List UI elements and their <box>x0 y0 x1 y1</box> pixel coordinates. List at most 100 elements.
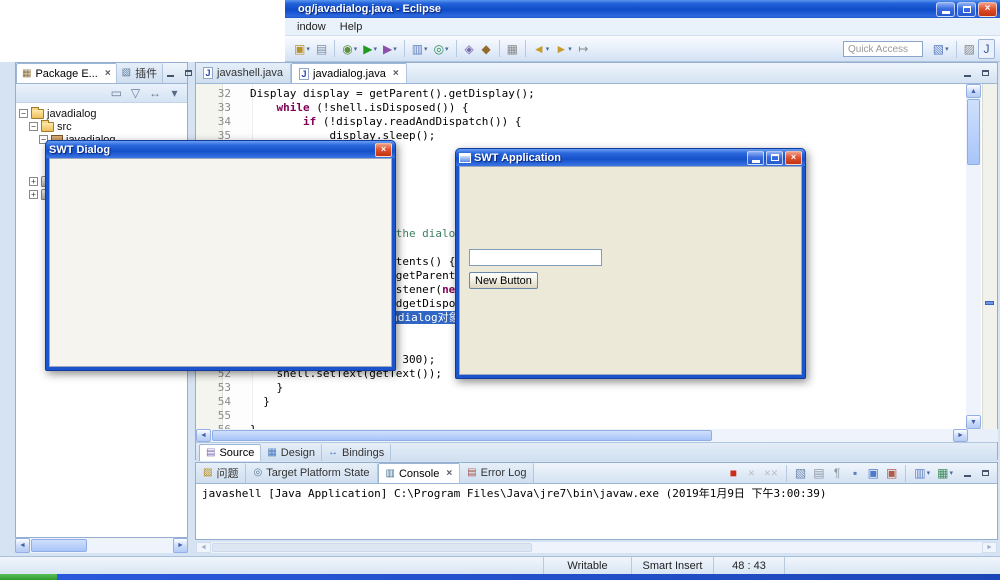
swt-dialog-titlebar[interactable]: SWT Dialog × <box>46 141 395 158</box>
search-icon[interactable]: ◆ <box>478 39 495 59</box>
new-java-project-icon[interactable]: ▥▾ <box>409 39 431 59</box>
package-explorer-hscrollbar[interactable]: ◄ ► <box>15 538 188 553</box>
scrollbar-thumb[interactable] <box>967 99 980 165</box>
scroll-right-icon[interactable]: ► <box>173 538 188 553</box>
scroll-left-icon[interactable]: ◄ <box>196 429 211 442</box>
tab-source[interactable]: ▤Source <box>199 444 261 461</box>
expand-icon[interactable]: + <box>29 177 38 186</box>
open-perspective-icon[interactable]: ▧▾ <box>930 39 952 59</box>
tab-problems[interactable]: ▨问题 <box>196 463 246 483</box>
scrollbar-track[interactable] <box>966 98 981 415</box>
tab-error-log[interactable]: ▤Error Log <box>460 463 534 483</box>
scrollbar-thumb[interactable] <box>212 430 712 441</box>
scroll-down-icon[interactable]: ▼ <box>966 415 981 429</box>
view-minimize-button[interactable] <box>163 67 178 80</box>
tab-design[interactable]: ▦Design <box>261 444 322 461</box>
open-type-icon[interactable]: ◈ <box>461 39 478 59</box>
last-edit-location-icon[interactable]: ↦ <box>575 39 592 59</box>
tab-bindings[interactable]: ↔Bindings <box>322 444 391 461</box>
swt-app-new-button[interactable]: New Button <box>469 272 538 289</box>
mark-occurrences-icon[interactable]: ▦ <box>504 39 521 59</box>
console-minimize-button[interactable] <box>960 467 975 480</box>
console-output[interactable]: javashell [Java Application] C:\Program … <box>196 484 997 539</box>
console-hscrollbar[interactable]: ◄ ► <box>196 542 997 553</box>
javaee-perspective-icon[interactable]: ▨ <box>961 39 978 59</box>
swt-app-maximize-button[interactable] <box>766 151 783 165</box>
expand-icon[interactable]: + <box>29 190 38 199</box>
swt-application-window[interactable]: SWT Application × New Button <box>455 148 806 379</box>
view-menu-icon[interactable]: ▾ <box>166 85 183 101</box>
collapse-icon[interactable]: − <box>29 122 38 131</box>
external-tools-icon[interactable]: ▶▾ <box>380 39 400 59</box>
show-console-stderr-icon[interactable]: ▣ <box>883 465 900 482</box>
minimize-button[interactable] <box>936 2 955 17</box>
editor-vertical-scrollbar[interactable]: ▲ ▼ <box>966 84 981 429</box>
scroll-left-icon[interactable]: ◄ <box>15 538 30 553</box>
scroll-left-icon[interactable]: ◄ <box>196 542 211 553</box>
swt-dialog-close-button[interactable]: × <box>375 143 392 157</box>
quick-access-input[interactable] <box>843 41 923 57</box>
java-perspective-icon[interactable]: J <box>978 39 995 59</box>
status-caret-position: 48 : 43 <box>713 557 785 574</box>
remove-all-launches-icon[interactable]: ×× <box>761 465 781 482</box>
tab-plugins[interactable]: ▧插件 <box>117 63 163 83</box>
remove-launch-icon[interactable]: × <box>743 465 760 482</box>
view-maximize-button[interactable] <box>181 67 196 80</box>
tree-item-javadialog-project[interactable]: −javadialog <box>16 107 187 120</box>
editor-horizontal-scrollbar[interactable]: ◄ ► <box>196 429 968 442</box>
close-tab-icon[interactable]: × <box>393 68 399 79</box>
display-selected-console-icon[interactable]: ▥▾ <box>911 465 933 482</box>
word-wrap-icon[interactable]: ¶ <box>829 465 846 482</box>
console-maximize-button[interactable] <box>978 467 993 480</box>
close-button[interactable]: × <box>978 2 997 17</box>
tab-javashell-java[interactable]: Jjavashell.java <box>196 63 291 83</box>
run-icon[interactable]: ▶▾ <box>360 39 380 59</box>
forward-history-icon[interactable]: ►▾ <box>552 39 574 59</box>
open-console-icon[interactable]: ▦▾ <box>934 465 956 482</box>
clear-console-icon[interactable]: ▧ <box>792 465 809 482</box>
menu-window[interactable]: indow <box>290 20 333 34</box>
scroll-right-icon[interactable]: ► <box>982 542 997 553</box>
close-tab-icon[interactable]: × <box>446 468 452 479</box>
swt-app-minimize-button[interactable] <box>747 151 764 165</box>
tab-package-explorer[interactable]: ▦Package E...× <box>16 63 117 83</box>
tree-item-src[interactable]: −src <box>16 120 187 133</box>
swt-app-text-field[interactable] <box>469 249 602 266</box>
start-button[interactable] <box>0 574 57 580</box>
scrollbar-thumb[interactable] <box>31 539 87 552</box>
editor-maximize-button[interactable] <box>978 67 993 80</box>
occurrence-marker[interactable] <box>985 301 994 305</box>
close-tab-icon[interactable]: × <box>105 68 111 79</box>
tab-console[interactable]: ▥Console× <box>378 463 461 483</box>
scroll-up-icon[interactable]: ▲ <box>966 84 981 98</box>
eclipse-titlebar[interactable]: og/javadialog.java - Eclipse × <box>285 0 1000 18</box>
swt-dialog-window[interactable]: SWT Dialog × <box>45 140 396 371</box>
filter-icon[interactable]: ▽ <box>127 85 144 101</box>
editor-minimize-button[interactable] <box>960 67 975 80</box>
tab-javadialog-java[interactable]: Jjavadialog.java× <box>291 63 407 83</box>
debug-icon[interactable]: ◉▾ <box>339 39 360 59</box>
tab-target-platform-state[interactable]: ◎Target Platform State <box>246 463 377 483</box>
link-with-editor-icon[interactable]: ↔ <box>146 85 164 101</box>
new-java-class-icon[interactable]: ◎▾ <box>431 39 452 59</box>
restore-button[interactable] <box>957 2 976 17</box>
scrollbar-track[interactable] <box>211 542 982 553</box>
pin-console-icon[interactable]: ▪ <box>847 465 864 482</box>
scrollbar-track[interactable] <box>30 538 173 553</box>
swt-application-titlebar[interactable]: SWT Application × <box>456 149 805 166</box>
overview-ruler[interactable] <box>982 84 997 429</box>
show-console-stderr-icon: ▣ <box>886 467 897 479</box>
menu-help[interactable]: Help <box>333 20 370 34</box>
collapse-all-icon[interactable]: ▭ <box>108 85 125 101</box>
back-history-icon[interactable]: ◄▾ <box>530 39 552 59</box>
new-wizard-icon[interactable]: ▣▾ <box>291 39 313 59</box>
save-icon[interactable]: ▤ <box>313 39 330 59</box>
collapse-icon[interactable]: − <box>19 109 28 118</box>
scrollbar-track[interactable] <box>211 429 953 442</box>
scrollbar-thumb[interactable] <box>212 543 532 552</box>
scroll-right-icon[interactable]: ► <box>953 429 968 442</box>
show-console-stdout-icon[interactable]: ▣ <box>865 465 882 482</box>
scroll-lock-icon[interactable]: ▤ <box>810 465 827 482</box>
swt-app-close-button[interactable]: × <box>785 151 802 165</box>
terminate-icon[interactable]: ■ <box>725 465 742 482</box>
